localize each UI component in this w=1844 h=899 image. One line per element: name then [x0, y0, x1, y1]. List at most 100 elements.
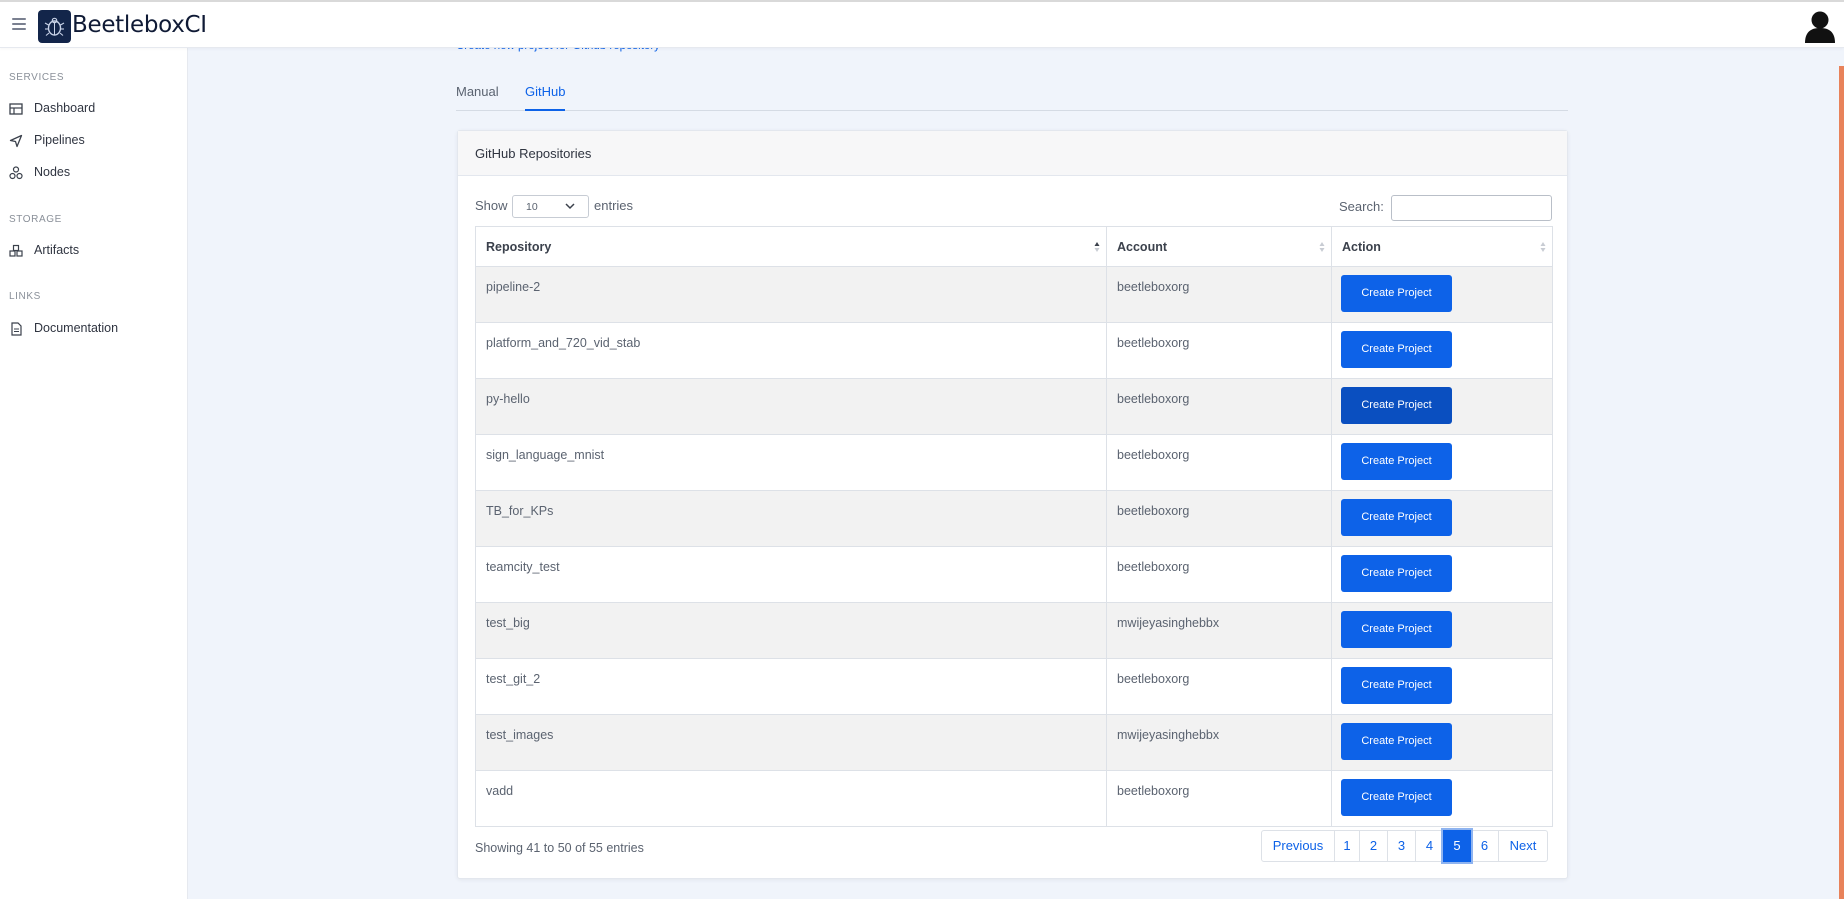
repository-cell: vadd	[475, 770, 1107, 827]
file-icon	[9, 322, 23, 336]
repositories-table: Repository Account Action pipeline-2 bee…	[475, 226, 1553, 827]
repository-cell: test_images	[475, 714, 1107, 771]
create-project-button[interactable]: Create Project	[1341, 667, 1452, 704]
sidebar-item-pipelines[interactable]: Pipelines	[0, 128, 188, 154]
repository-cell: teamcity_test	[475, 546, 1107, 603]
sidebar-item-label: Dashboard	[34, 101, 96, 115]
show-label: Show	[475, 198, 508, 213]
action-cell: Create Project	[1331, 490, 1553, 547]
column-header-repository[interactable]: Repository	[475, 226, 1107, 267]
pagination-page-2[interactable]: 2	[1359, 830, 1388, 862]
action-cell: Create Project	[1331, 602, 1553, 659]
sidebar-section-storage: STORAGE	[9, 214, 62, 225]
sidebar-item-label: Nodes	[34, 165, 71, 179]
pagination-previous[interactable]: Previous	[1261, 830, 1335, 862]
create-project-button[interactable]: Create Project	[1341, 499, 1452, 536]
sidebar-section-links: LINKS	[9, 291, 41, 302]
sort-icon	[1540, 242, 1546, 252]
nodes-icon	[9, 166, 23, 180]
action-cell: Create Project	[1331, 546, 1553, 603]
sidebar-section-services: SERVICES	[9, 72, 65, 83]
chevron-down-icon	[565, 203, 575, 210]
table-row: platform_and_720_vid_stab beetleboxorg C…	[475, 322, 1553, 379]
action-cell: Create Project	[1331, 322, 1553, 379]
account-cell: beetleboxorg	[1106, 434, 1332, 491]
pagination-page-4[interactable]: 4	[1415, 830, 1444, 862]
user-avatar-icon[interactable]	[1804, 9, 1836, 43]
table-row: TB_for_KPs beetleboxorg Create Project	[475, 490, 1553, 547]
account-cell: beetleboxorg	[1106, 770, 1332, 827]
search-label: Search:	[1339, 199, 1384, 214]
create-project-button[interactable]: Create Project	[1341, 275, 1452, 312]
sort-icon	[1319, 242, 1325, 252]
account-cell: mwijeyasinghebbx	[1106, 714, 1332, 771]
send-icon	[9, 134, 23, 148]
sidebar-item-artifacts[interactable]: Artifacts	[0, 238, 188, 264]
sort-asc-icon	[1094, 242, 1100, 252]
create-project-button[interactable]: Create Project	[1341, 443, 1452, 480]
boxes-icon	[9, 244, 23, 258]
sidebar-item-documentation[interactable]: Documentation	[0, 316, 188, 342]
repository-cell: sign_language_mnist	[475, 434, 1107, 491]
pagination-page-1[interactable]: 1	[1334, 830, 1360, 862]
hamburger-icon[interactable]	[12, 18, 26, 30]
card-title: GitHub Repositories	[475, 146, 592, 161]
repository-cell: TB_for_KPs	[475, 490, 1107, 547]
account-cell: beetleboxorg	[1106, 490, 1332, 547]
pagination-page-6[interactable]: 6	[1470, 830, 1499, 862]
pagination: Previous 1 2 3 4 5 6 Next	[1261, 830, 1548, 862]
scrollbar[interactable]	[1839, 66, 1844, 899]
repository-cell: py-hello	[475, 378, 1107, 435]
create-project-button[interactable]: Create Project	[1341, 611, 1452, 648]
action-cell: Create Project	[1331, 266, 1553, 323]
table-row: pipeline-2 beetleboxorg Create Project	[475, 266, 1553, 323]
top-bar: BeetleboxCI	[0, 0, 1844, 48]
sidebar: SERVICES Dashboard Pipelines Nodes STORA…	[0, 48, 188, 899]
create-project-button[interactable]: Create Project	[1341, 779, 1452, 816]
beetle-logo-icon[interactable]	[38, 10, 71, 43]
pagination-page-5[interactable]: 5	[1443, 830, 1471, 862]
column-header-account[interactable]: Account	[1106, 226, 1332, 267]
tab-github[interactable]: GitHub	[525, 84, 566, 111]
create-project-button[interactable]: Create Project	[1341, 723, 1452, 760]
repository-cell: test_big	[475, 602, 1107, 659]
table-row: test_big mwijeyasinghebbx Create Project	[475, 602, 1553, 659]
brand-name[interactable]: BeetleboxCI	[72, 12, 207, 38]
account-cell: mwijeyasinghebbx	[1106, 602, 1332, 659]
sidebar-item-dashboard[interactable]: Dashboard	[0, 96, 188, 122]
card-header: GitHub Repositories	[458, 131, 1567, 176]
project-tabs: Manual GitHub	[456, 80, 1568, 111]
account-cell: beetleboxorg	[1106, 378, 1332, 435]
action-cell: Create Project	[1331, 378, 1553, 435]
create-project-button[interactable]: Create Project	[1341, 555, 1452, 592]
table-icon	[9, 102, 23, 116]
entries-per-page-select[interactable]: 10	[512, 195, 589, 218]
sidebar-item-label: Pipelines	[34, 133, 85, 147]
account-cell: beetleboxorg	[1106, 658, 1332, 715]
table-row: teamcity_test beetleboxorg Create Projec…	[475, 546, 1553, 603]
table-row: py-hello beetleboxorg Create Project	[475, 378, 1553, 435]
sidebar-item-nodes[interactable]: Nodes	[0, 160, 188, 186]
github-repositories-card: GitHub Repositories Show 10 entries Sear…	[457, 130, 1568, 879]
action-cell: Create Project	[1331, 658, 1553, 715]
entries-per-page-value: 10	[526, 201, 538, 213]
pagination-page-3[interactable]: 3	[1387, 830, 1416, 862]
table-row: test_images mwijeyasinghebbx Create Proj…	[475, 714, 1553, 771]
tab-manual[interactable]: Manual	[456, 84, 499, 111]
column-header-action[interactable]: Action	[1331, 226, 1553, 267]
table-row: test_git_2 beetleboxorg Create Project	[475, 658, 1553, 715]
account-cell: beetleboxorg	[1106, 546, 1332, 603]
sidebar-item-label: Artifacts	[34, 243, 80, 257]
action-cell: Create Project	[1331, 770, 1553, 827]
table-row: sign_language_mnist beetleboxorg Create …	[475, 434, 1553, 491]
create-project-button[interactable]: Create Project	[1341, 387, 1452, 424]
table-info: Showing 41 to 50 of 55 entries	[475, 841, 644, 855]
entries-label: entries	[594, 198, 634, 213]
repository-cell: test_git_2	[475, 658, 1107, 715]
create-project-button[interactable]: Create Project	[1341, 331, 1452, 368]
sidebar-item-label: Documentation	[34, 321, 119, 335]
search-input[interactable]	[1391, 195, 1552, 221]
pagination-next[interactable]: Next	[1498, 830, 1548, 862]
repository-cell: pipeline-2	[475, 266, 1107, 323]
account-cell: beetleboxorg	[1106, 266, 1332, 323]
